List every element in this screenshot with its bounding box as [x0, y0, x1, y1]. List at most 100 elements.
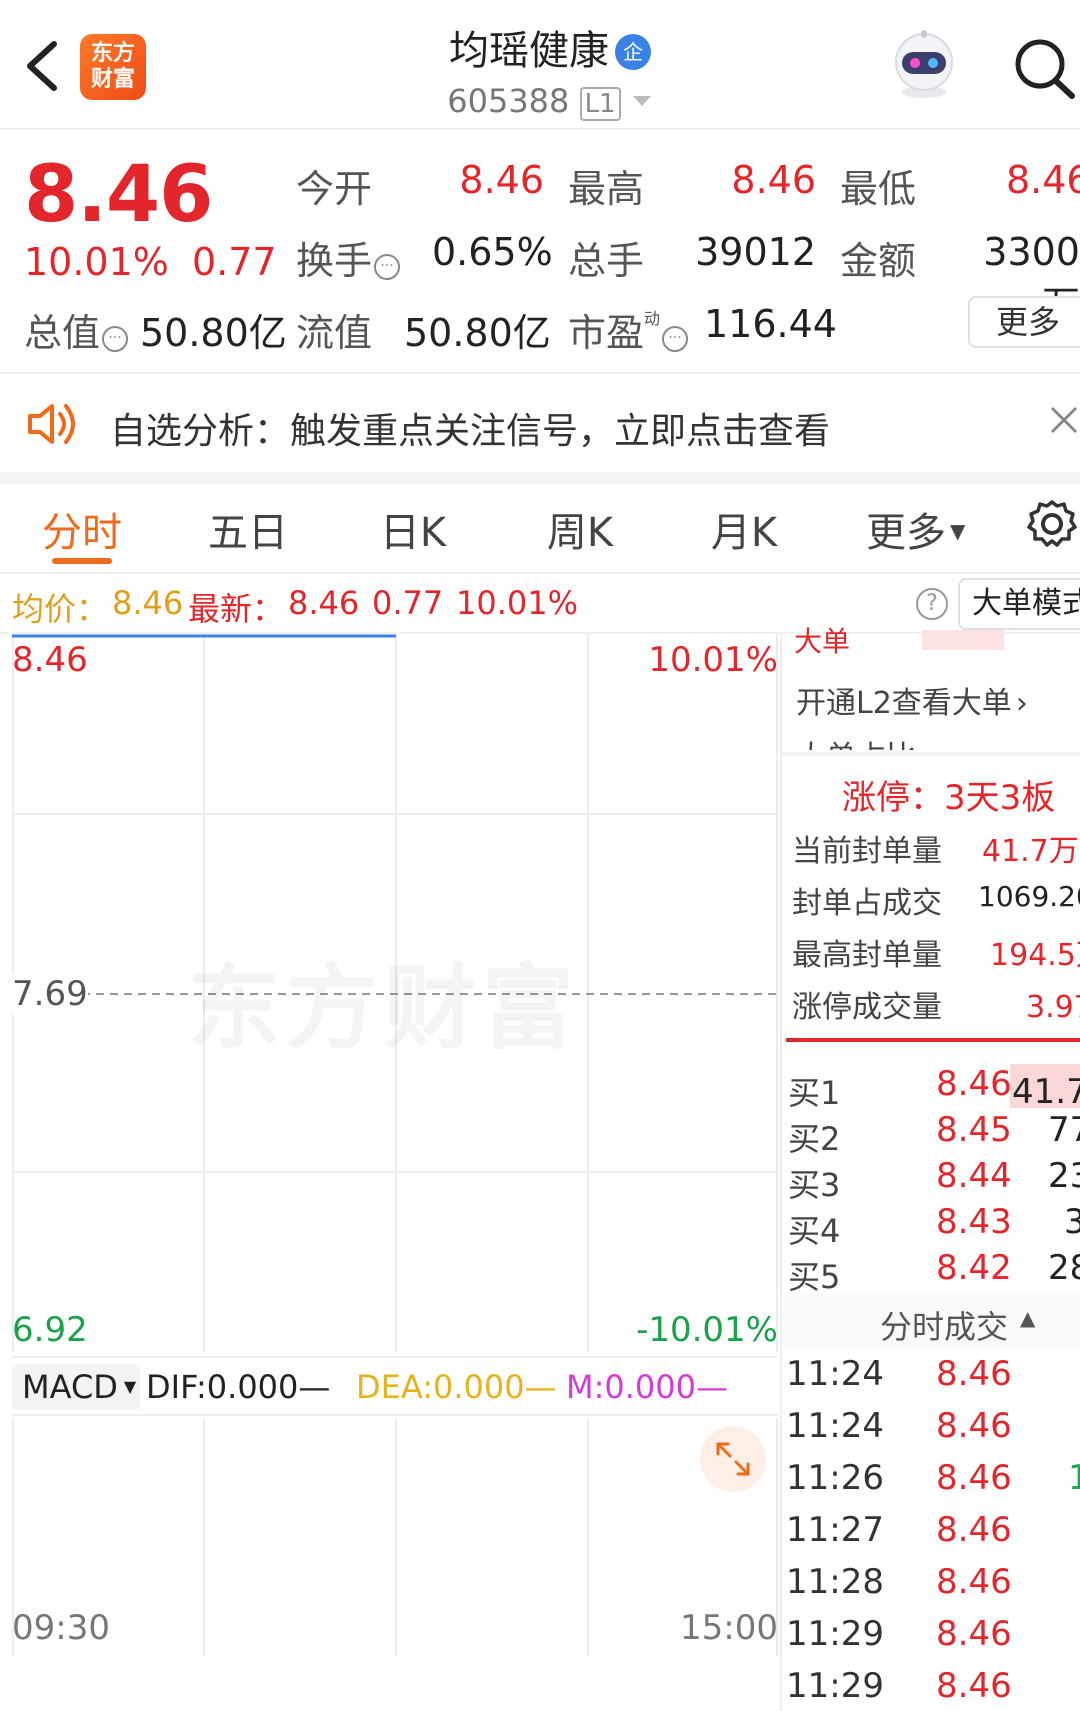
mcap-label[interactable]: 总值 ···: [24, 302, 129, 357]
seal-value-3: 194.5万: [990, 938, 1080, 973]
bid-price-2: 8.45: [936, 1110, 1012, 1150]
float-cap-value: 50.80亿: [404, 311, 551, 355]
assistant-robot-icon[interactable]: [888, 26, 960, 102]
y-axis-top: 8.46: [12, 640, 88, 680]
latest-label: 最新：: [188, 590, 285, 628]
tab-five-day[interactable]: 五日: [206, 500, 290, 558]
trade-time: 11:26: [786, 1458, 884, 1498]
bid-volume-5: 28: [1048, 1248, 1080, 1288]
trade-time: 11:27: [786, 1510, 884, 1550]
mcap-label-text: 总值: [24, 311, 101, 355]
seal-value-4: 3.97万: [1026, 990, 1080, 1025]
settings-gear-icon[interactable]: [1024, 496, 1080, 552]
seal-value-1: 41.7万: [982, 834, 1079, 869]
x-axis-start: 09:30: [12, 1608, 110, 1648]
turnover-label[interactable]: 换手 ···: [296, 230, 401, 285]
change-percent: 10.01%: [24, 240, 169, 284]
partial-ratio-label: 大单占比: [796, 732, 916, 750]
tab-monthly-k[interactable]: 月K: [706, 500, 782, 558]
trade-price: 8.46: [936, 1406, 1012, 1446]
close-icon[interactable]: [1046, 400, 1080, 440]
tab-weekly-k[interactable]: 周K: [542, 500, 618, 558]
high-value: 8.46: [731, 158, 816, 202]
low-value: 8.46: [1006, 158, 1080, 202]
trades-title: 分时成交: [880, 1308, 1009, 1346]
l2-link-text: 开通L2查看大单: [796, 686, 1012, 721]
bid-label-3: 买3: [788, 1166, 841, 1204]
trade-time: 11:28: [786, 1562, 884, 1602]
back-arrow-icon[interactable]: [22, 38, 62, 94]
bid-price-3: 8.44: [936, 1156, 1012, 1196]
limit-up-title: 涨停：3天3板: [842, 778, 1056, 818]
section-gap: [0, 472, 1080, 484]
amount-label: 金额: [840, 239, 917, 283]
panel-divider: [780, 634, 782, 1711]
latest-value: 8.46: [288, 584, 360, 622]
tab-more[interactable]: 更多 ▼: [866, 500, 976, 558]
bid-volume-2: 77: [1048, 1110, 1080, 1150]
trade-price: 8.46: [936, 1458, 1012, 1498]
trade-time: 11:29: [786, 1614, 884, 1654]
info-icon: ···: [662, 326, 689, 352]
l2-upgrade-link[interactable]: 开通L2查看大单 ›: [796, 678, 1028, 722]
trades-header[interactable]: 分时成交 ▲: [782, 1294, 1080, 1350]
bid-label-5: 买5: [788, 1258, 841, 1296]
macd-chart[interactable]: 09:30 15:00: [12, 1418, 778, 1656]
limit-separator: [786, 1038, 1080, 1042]
volume-value: 39012: [695, 230, 816, 274]
info-icon: ···: [102, 326, 129, 352]
pe-label[interactable]: 市盈动···: [568, 302, 689, 357]
trade-price: 8.46: [936, 1666, 1012, 1706]
banner-text[interactable]: 自选分析：触发重点关注信号，立即点击查看: [110, 402, 830, 454]
help-icon[interactable]: ?: [916, 588, 948, 620]
logo-text-1: 东方: [90, 41, 135, 66]
trade-time: 11:24: [786, 1406, 884, 1446]
trade-price: 8.46: [936, 1562, 1012, 1602]
more-quote-button[interactable]: 更多: [968, 296, 1080, 348]
seal-value-2: 1069.20: [978, 880, 1080, 913]
tab-daily-k[interactable]: 日K: [378, 500, 448, 558]
trade-time: 11:29: [786, 1666, 884, 1706]
bid-price-5: 8.42: [936, 1248, 1012, 1288]
avg-price-value: 8.46: [112, 584, 184, 622]
pct-axis-bottom: -10.01%: [636, 1310, 778, 1350]
bid-volume-1: 41.7万: [1012, 1072, 1080, 1112]
low-label: 最低: [840, 167, 917, 211]
volume-label: 总手: [568, 239, 645, 283]
divider: [782, 752, 1080, 756]
trade-price: 8.46: [936, 1614, 1012, 1654]
trade-volume: 1: [1068, 1458, 1080, 1498]
macd-indicator-bar: MACD ▼ DIF:0.000— DEA:0.000— M:0.000—: [12, 1356, 778, 1416]
x-axis-end: 15:00: [680, 1608, 778, 1648]
big-order-mode-button[interactable]: 大单模式: [958, 578, 1080, 630]
indicator-selector[interactable]: MACD ▼: [12, 1364, 140, 1410]
intraday-chart[interactable]: 东方财富 8.46 10.01% 7.69 6.92 -10.01%: [12, 634, 778, 1352]
seal-label-2: 封单占成交: [792, 886, 942, 921]
level-badge: L1: [579, 87, 621, 121]
trade-price: 8.46: [936, 1354, 1012, 1394]
y-axis-bottom: 6.92: [12, 1310, 88, 1350]
trade-time: 11:24: [786, 1354, 884, 1394]
expand-icon[interactable]: [700, 1426, 766, 1492]
float-cap-label: 流值: [296, 311, 373, 355]
macd-dea: DEA:0.000—: [356, 1368, 557, 1406]
bid-label-1: 买1: [788, 1074, 841, 1112]
enterprise-badge: 企: [615, 34, 651, 70]
seal-label-4: 涨停成交量: [792, 990, 942, 1025]
pe-label-text: 市盈: [568, 311, 645, 355]
speaker-icon: [26, 398, 80, 450]
mcap-value: 50.80亿: [140, 311, 287, 355]
avg-price-label: 均价：: [12, 590, 109, 628]
indicator-label: MACD: [22, 1368, 118, 1406]
app-logo[interactable]: 东方 财富: [80, 34, 146, 100]
y-axis-mid: 7.69: [12, 974, 88, 1014]
partial-big-order-label: 大单: [794, 625, 851, 658]
bid-volume-3: 23: [1048, 1156, 1080, 1196]
search-icon[interactable]: [1010, 32, 1080, 102]
stock-code-row[interactable]: 605388 L1: [400, 78, 700, 121]
watermark: 东方财富: [188, 934, 580, 1067]
open-value: 8.46: [459, 158, 544, 202]
tab-intraday[interactable]: 分时: [40, 500, 124, 558]
big-order-bar: [922, 630, 1004, 650]
caret-up-icon: ▲: [1020, 1306, 1036, 1330]
